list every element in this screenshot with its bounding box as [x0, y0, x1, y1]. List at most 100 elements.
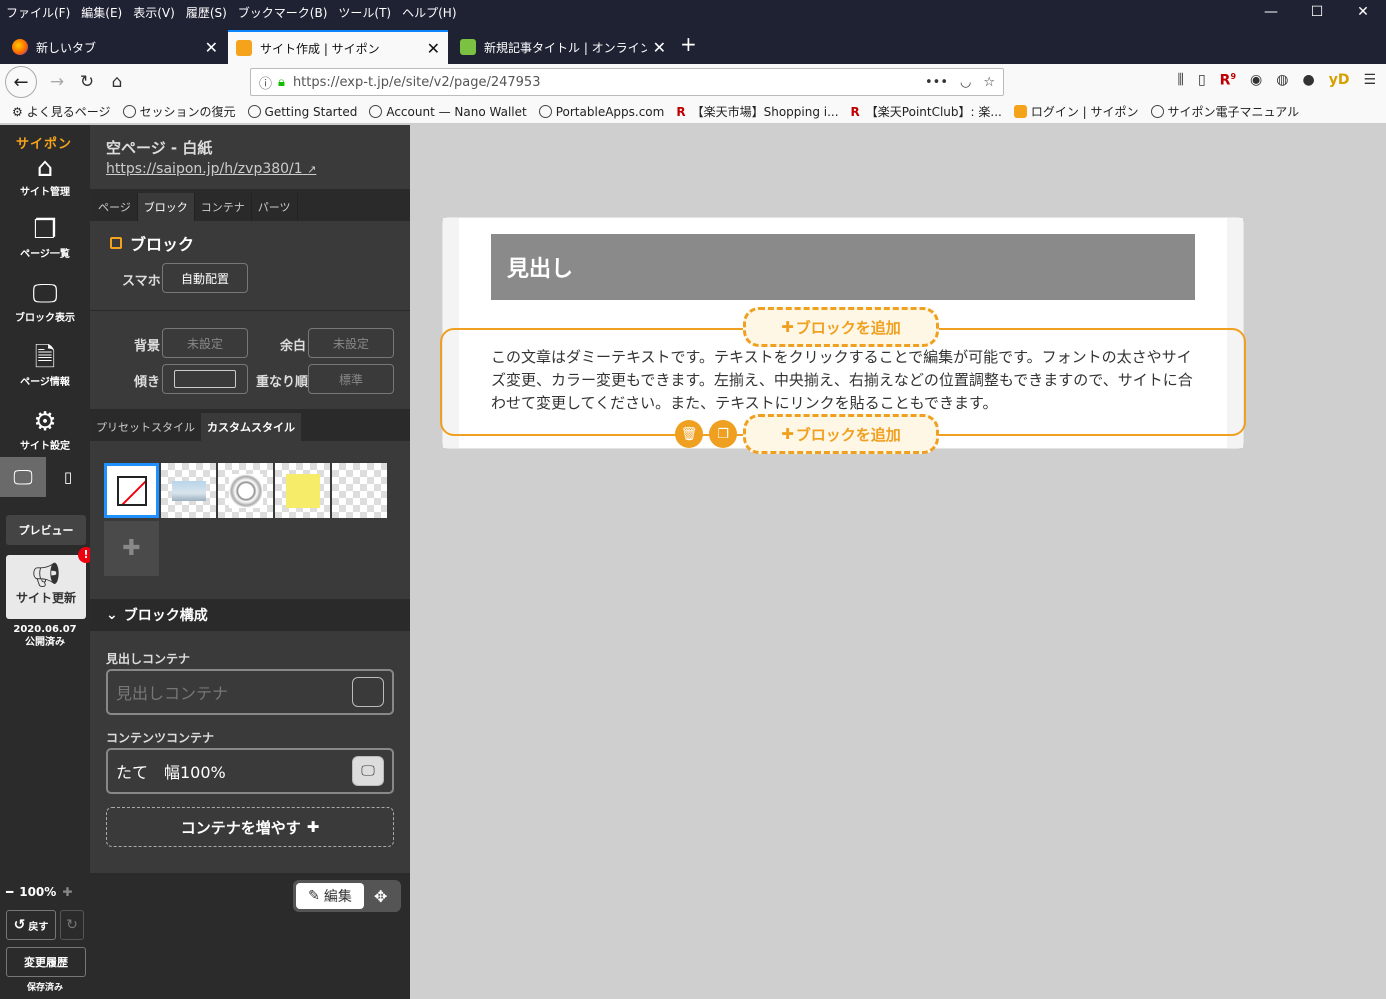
globe-icon [1150, 105, 1164, 118]
rail-label: ページ一覧 [20, 249, 70, 260]
block-view-button[interactable]: 🖵︎ ブロック表示 [0, 279, 90, 324]
container-toggle-icon[interactable] [352, 677, 384, 707]
undo-button[interactable]: ↺ 戻す [6, 910, 56, 940]
background-button[interactable]: 未設定 [162, 328, 248, 358]
url-bar[interactable]: ⓘ 🔒︎ https://exp-t.jp/e/site/v2/page/247… [250, 68, 1004, 96]
bookmark-item[interactable]: ログイン | サイポン [1013, 103, 1139, 120]
library-icon[interactable]: ⫼ [1178, 72, 1184, 89]
page-url-link[interactable]: https://saipon.jp/h/zvp380/1 ↗ [106, 161, 316, 177]
swatch-none[interactable] [104, 463, 159, 518]
contents-container-value: たて 幅100% [116, 763, 226, 782]
bookmark-item[interactable]: R 【楽天市場】Shopping i... [676, 103, 838, 120]
add-container-button[interactable]: コンテナを増やす ✚ [106, 807, 394, 847]
swatch-image[interactable] [275, 463, 330, 518]
tab-article[interactable]: 新規記事タイトル | オンラインUP副 ✕ [452, 30, 674, 64]
rakuten-icon[interactable]: R9 [1220, 72, 1236, 89]
bookmark-item[interactable]: Account — Nano Wallet [369, 105, 527, 119]
block-composition-header[interactable]: ⌄ ブロック構成 [90, 599, 410, 631]
smartphone-layout-button[interactable]: 自動配置 [162, 263, 248, 293]
copy-icon[interactable]: ❐ [709, 420, 737, 448]
margin-button[interactable]: 未設定 [308, 328, 394, 358]
tab-container[interactable]: コンテナ [195, 193, 252, 221]
heading-container-field[interactable]: 見出しコンテナ [106, 669, 394, 715]
add-swatch-icon[interactable]: ✚ [104, 521, 159, 576]
close-tab-icon[interactable]: ✕ [427, 39, 440, 58]
tab-bar: 新しいタブ ✕ サイト作成 | サイポン ✕ 新規記事タイトル | オンラインU… [0, 24, 1386, 64]
device-display-icon[interactable]: 🖵︎ [352, 756, 384, 786]
bookmark-item[interactable]: ⚙ よく見るページ [12, 103, 111, 120]
tab-saipon[interactable]: サイト作成 | サイポン ✕ [228, 30, 448, 64]
yd-icon[interactable]: yD [1329, 72, 1350, 89]
zoom-in-icon[interactable]: ✚ [62, 885, 72, 899]
bookmark-item[interactable]: セッションの復元 [122, 103, 236, 120]
bookmark-star-icon[interactable]: ☆ [983, 75, 995, 90]
close-tab-icon[interactable]: ✕ [653, 38, 666, 57]
heading-block[interactable]: 見出し [491, 234, 1195, 300]
block-heading: ブロック [110, 231, 194, 255]
tab-new[interactable]: 新しいタブ ✕ [4, 30, 226, 64]
z-order-button[interactable]: 標準 [308, 364, 394, 394]
close-tab-icon[interactable]: ✕ [205, 38, 218, 57]
menu-tools[interactable]: ツール(T) [338, 4, 391, 21]
extension-icon[interactable]: ◍ [1276, 72, 1288, 89]
redo-button[interactable]: ↻ [60, 910, 84, 940]
swatch-image[interactable] [161, 463, 216, 518]
panel-tabs: ページ ブロック コンテナ パーツ [90, 189, 410, 221]
account-icon[interactable]: ◉ [1250, 72, 1262, 89]
menu-file[interactable]: ファイル(F) [6, 4, 70, 21]
page-actions-icon[interactable]: ••• [925, 75, 948, 90]
url-text[interactable]: https://exp-t.jp/e/site/v2/page/247953 [293, 75, 541, 90]
plus-icon: ✚ [306, 818, 320, 836]
swatch-image[interactable] [332, 463, 387, 518]
bookmark-item[interactable]: Getting Started [247, 105, 357, 119]
history-button[interactable]: 変更履歴 [6, 947, 86, 977]
page-info-button[interactable]: 🗎︎ ページ情報 [0, 343, 90, 388]
home-icon[interactable]: ⌂ [102, 72, 132, 92]
page-list-button[interactable]: ❐ ページ一覧 [0, 215, 90, 260]
menu-edit[interactable]: 編集(E) [81, 4, 122, 21]
pocket-icon[interactable]: ◡ [960, 75, 971, 90]
add-block-button[interactable]: ✚ ブロックを追加 [743, 414, 939, 454]
megaphone-icon: 📢︎ [30, 561, 62, 589]
sidebar-icon[interactable]: ▯ [1198, 72, 1206, 89]
menu-view[interactable]: 表示(V) [133, 4, 175, 21]
move-icon[interactable]: ✥ [374, 887, 387, 906]
tilt-button[interactable] [162, 364, 248, 394]
trash-icon[interactable]: 🗑︎ [675, 420, 703, 448]
desktop-icon[interactable]: 🖵︎ [0, 457, 46, 497]
menu-history[interactable]: 履歴(S) [186, 4, 227, 21]
site-manage-button[interactable]: ⌂ サイト管理 [0, 153, 90, 198]
menu-help[interactable]: ヘルプ(H) [402, 4, 456, 21]
mobile-icon[interactable]: ▯ [46, 457, 90, 497]
body-text[interactable]: この文章はダミーテキストです。テキストをクリックすることで編集が可能です。フォン… [491, 346, 1199, 415]
publish-status: 2020.06.07 公開済み [0, 623, 90, 649]
new-tab-icon[interactable]: + [680, 32, 697, 56]
contents-container-field[interactable]: たて 幅100% 🖵︎ [106, 748, 394, 794]
forward-arrow-icon[interactable]: → [42, 72, 72, 92]
bookmark-item[interactable]: R 【楽天PointClub】: 楽... [851, 103, 1002, 120]
tab-custom-style[interactable]: カスタムスタイル [201, 413, 301, 441]
edit-button[interactable]: ✎ 編集 [296, 883, 364, 909]
zoom-out-icon[interactable]: ━ [6, 885, 13, 899]
site-update-button[interactable]: 📢︎ サイト更新 ! [6, 547, 94, 619]
bookmark-item[interactable]: サイポン電子マニュアル [1150, 103, 1299, 120]
minimize-button[interactable]: — [1248, 4, 1294, 20]
tab-page[interactable]: ページ [92, 193, 138, 221]
tab-parts[interactable]: パーツ [252, 193, 298, 221]
add-block-button[interactable]: ✚ ブロックを追加 [743, 307, 939, 347]
tab-preset-style[interactable]: プリセットスタイル [90, 413, 201, 441]
back-arrow-icon[interactable]: ← [5, 66, 37, 98]
site-settings-button[interactable]: ⚙ サイト設定 [0, 407, 90, 452]
info-icon[interactable]: ⓘ [259, 73, 272, 92]
swatch-image[interactable] [218, 463, 273, 518]
menu-bookmarks[interactable]: ブックマーク(B) [238, 4, 328, 21]
preview-button[interactable]: プレビュー [6, 515, 86, 545]
tab-block[interactable]: ブロック [137, 193, 195, 221]
hamburger-menu-icon[interactable]: ☰ [1363, 72, 1376, 89]
extension2-icon[interactable]: ● [1302, 72, 1314, 89]
bookmark-item[interactable]: PortableApps.com [538, 105, 664, 119]
maximize-button[interactable]: ☐ [1294, 4, 1340, 20]
page-url[interactable]: https://saipon.jp/h/zvp380/1 [106, 161, 303, 177]
close-window-button[interactable]: ✕ [1340, 4, 1386, 20]
reload-icon[interactable]: ↻ [72, 72, 102, 92]
